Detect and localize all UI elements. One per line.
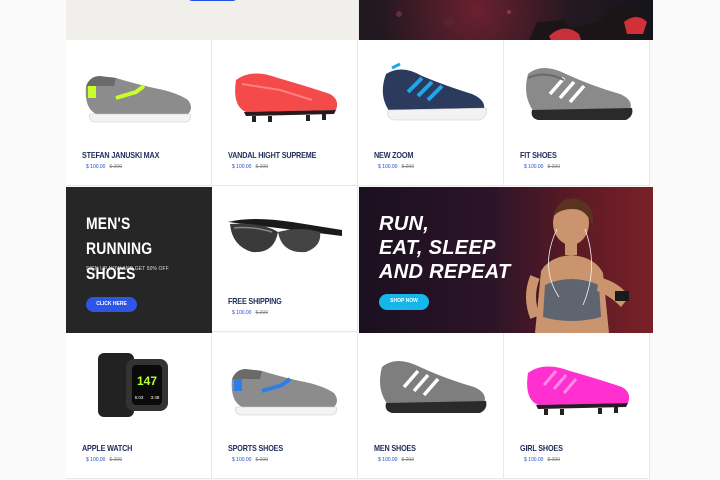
product-price: $ 100.00 $ 200	[86, 457, 122, 463]
watch-right: 3:48	[151, 395, 160, 400]
top-banner-right	[359, 0, 653, 40]
product-price: $ 100.00 $ 200	[232, 164, 268, 170]
product-card[interactable]: MEN SHOES $ 100.00 $ 200	[358, 333, 504, 479]
product-price: $ 100.00 $ 200	[232, 310, 268, 316]
promo-subtitle: SIGN UP NOW AND GET 50% OFF	[86, 266, 169, 272]
smartwatch-icon: 147 5:03 3:48	[98, 353, 168, 417]
product-name[interactable]: SPORTS SHOES	[228, 443, 283, 453]
football-boot-icon	[527, 366, 630, 415]
product-card[interactable]: FIT SHOES $ 100.00 $ 200	[504, 40, 650, 186]
product-card[interactable]: STEFAN JANUSKI MAX $ 100.00 $ 200	[66, 40, 212, 186]
knit-shoe-icon	[380, 361, 487, 413]
product-card[interactable]: 147 5:03 3:48 APPLE WATCH $ 100.00 $ 200	[66, 333, 212, 479]
slip-on-shoe-icon	[231, 369, 337, 416]
product-card[interactable]: NEW ZOOM $ 100.00 $ 200	[358, 40, 504, 186]
banner-headline: RUN, EAT, SLEEP AND REPEAT	[379, 213, 511, 283]
athlete-image	[396, 2, 647, 40]
watch-value: 147	[137, 374, 157, 388]
product-card[interactable]: SPORTS SHOES $ 100.00 $ 200	[212, 333, 358, 479]
product-price: $ 100.00 $ 200	[378, 457, 414, 463]
product-name[interactable]: APPLE WATCH	[82, 443, 132, 453]
promo-title: MEN'S RUNNING SHOES	[86, 214, 153, 283]
product-card[interactable]: VANDAL HIGHT SUPREME $ 100.00 $ 200	[212, 40, 358, 186]
watch-left: 5:03	[135, 395, 144, 400]
click-here-button[interactable]: CLICK HERE	[86, 297, 137, 312]
product-name[interactable]: FIT SHOES	[520, 150, 557, 160]
product-name[interactable]: MEN SHOES	[374, 443, 416, 453]
sunglasses-icon	[228, 219, 342, 253]
running-shoe-icon	[382, 62, 487, 121]
product-price: $ 100.00 $ 200	[378, 164, 414, 170]
product-name[interactable]: FREE SHIPPING	[228, 296, 282, 306]
top-shop-now-button[interactable]	[188, 0, 237, 1]
run-eat-sleep-banner: RUN, EAT, SLEEP AND REPEAT SHOP NOW	[359, 187, 653, 333]
top-banner-left	[66, 0, 359, 40]
product-price: $ 100.00 $ 200	[232, 457, 268, 463]
product-name[interactable]: GIRL SHOES	[520, 443, 563, 453]
product-card[interactable]: FREE SHIPPING $ 100.00 $ 200	[212, 186, 358, 332]
product-price: $ 100.00 $ 200	[524, 457, 560, 463]
product-price: $ 100.00 $ 200	[86, 164, 122, 170]
product-name[interactable]: STEFAN JANUSKI MAX	[82, 150, 159, 160]
product-price: $ 100.00 $ 200	[524, 164, 560, 170]
product-name[interactable]: NEW ZOOM	[374, 150, 413, 160]
promo-card: MEN'S RUNNING SHOES SIGN UP NOW AND GET …	[66, 187, 212, 333]
slip-on-shoe-icon	[85, 76, 191, 123]
football-boot-icon	[235, 73, 338, 122]
product-grid: STEFAN JANUSKI MAX $ 100.00 $ 200 VANDAL …	[66, 0, 653, 480]
shop-now-button[interactable]: SHOP NOW	[379, 294, 429, 310]
product-card[interactable]: GIRL SHOES $ 100.00 $ 200	[504, 333, 650, 479]
knit-shoe-icon	[526, 68, 633, 120]
product-name[interactable]: VANDAL HIGHT SUPREME	[228, 150, 316, 160]
